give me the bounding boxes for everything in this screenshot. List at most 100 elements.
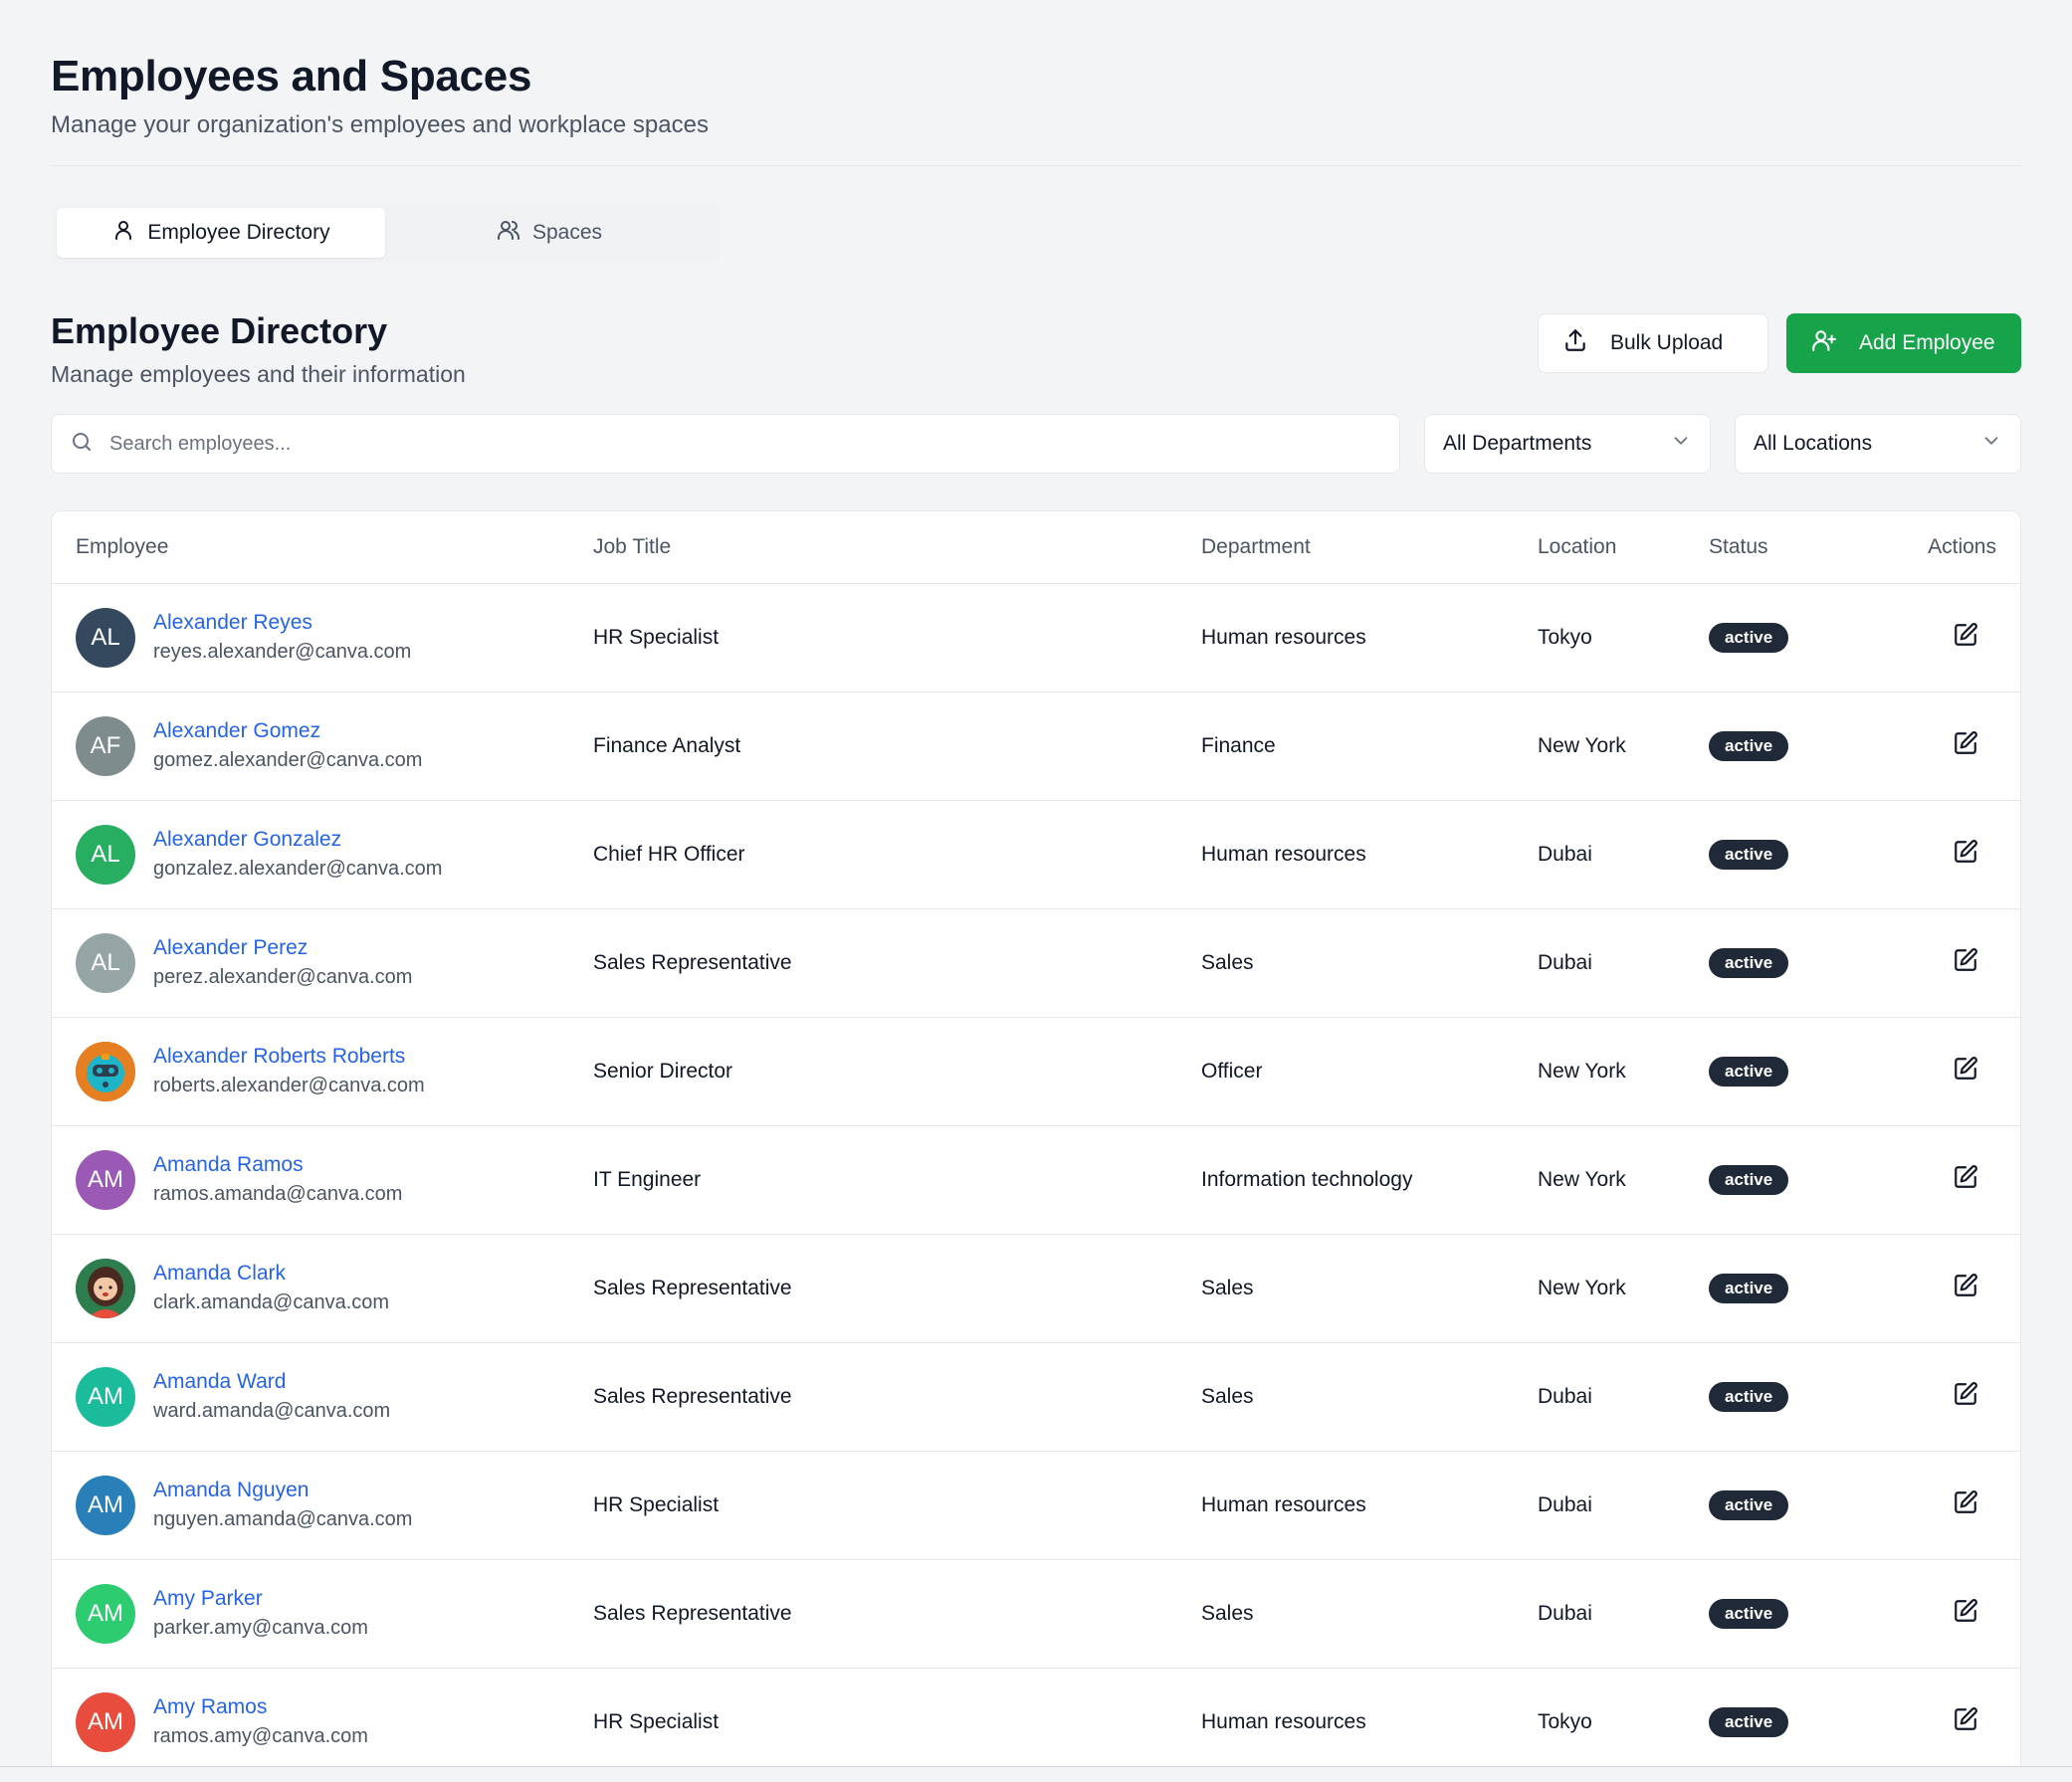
status-badge: active (1709, 1598, 1789, 1629)
status-badge: active (1709, 730, 1789, 761)
location-cell: Dubai (1538, 1451, 1709, 1560)
employee-email: gomez.alexander@canva.com (153, 748, 423, 771)
edit-icon[interactable] (1953, 1056, 1980, 1084)
employee-name-link[interactable]: Alexander Gomez (153, 717, 422, 745)
woman-avatar-icon (76, 1258, 135, 1318)
table-row[interactable]: Amanda Clark clark.amanda@canva.com Sale… (52, 1234, 2020, 1343)
job-title-cell: Senior Director (593, 1017, 1201, 1126)
avatar[interactable]: AM (76, 1583, 135, 1644)
employee-name-link[interactable]: Alexander Reyes (153, 609, 411, 637)
tabs: Employee Directory Spaces (51, 202, 720, 264)
employee-email: gonzalez.alexander@canva.com (153, 857, 443, 880)
search-box (51, 414, 1400, 474)
employee-cell: AL Alexander Gonzalez gonzalez.alexander… (76, 824, 593, 885)
employee-name-link[interactable]: Alexander Perez (153, 934, 412, 962)
employee-name-link[interactable]: Alexander Gonzalez (153, 826, 442, 854)
avatar-initials: AL (91, 948, 120, 976)
employee-name-link[interactable]: Amanda Ramos (153, 1151, 402, 1179)
avatar[interactable]: AM (76, 1366, 135, 1427)
location-cell: Dubai (1538, 1342, 1709, 1452)
tab-employee-directory[interactable]: Employee Directory (57, 208, 385, 258)
table-row[interactable]: AF Alexander Gomez gomez.alexander@canva… (52, 692, 2020, 801)
edit-icon[interactable] (1953, 1273, 1980, 1300)
status-badge: active (1709, 1706, 1789, 1737)
location-cell: Dubai (1538, 1559, 1709, 1669)
edit-icon[interactable] (1953, 622, 1980, 650)
table-row[interactable]: AM Amanda Ramos ramos.amanda@canva.com I… (52, 1125, 2020, 1235)
department-cell: Sales (1201, 908, 1538, 1018)
section-subtitle: Manage employees and their information (51, 361, 466, 387)
add-employee-label: Add Employee (1859, 331, 1995, 354)
tab-spaces[interactable]: Spaces (385, 208, 714, 258)
department-cell: Officer (1201, 1017, 1538, 1126)
user-plus-icon (1811, 327, 1837, 359)
location-select[interactable]: All Locations (1735, 414, 2021, 474)
job-title-cell: Sales Representative (593, 908, 1201, 1018)
department-cell: Sales (1201, 1342, 1538, 1452)
bottom-strip (0, 1766, 2072, 1782)
location-cell: Dubai (1538, 800, 1709, 909)
employee-email: parker.amy@canva.com (153, 1616, 368, 1639)
tab-label: Employee Directory (147, 221, 330, 244)
edit-icon[interactable] (1953, 730, 1980, 758)
edit-icon[interactable] (1953, 947, 1980, 975)
status-badge: active (1709, 1381, 1789, 1412)
department-select-value: All Departments (1443, 432, 1592, 455)
job-title-cell: Sales Representative (593, 1342, 1201, 1452)
page-header: Employees and Spaces Manage your organiz… (51, 0, 2021, 166)
avatar[interactable]: AM (76, 1475, 135, 1535)
avatar-initials: AM (88, 1490, 123, 1518)
search-icon (70, 430, 94, 459)
employee-email: ramos.amy@canva.com (153, 1724, 368, 1747)
avatar[interactable]: AM (76, 1691, 135, 1752)
employee-name-link[interactable]: Amanda Nguyen (153, 1477, 412, 1504)
avatar[interactable]: AL (76, 607, 135, 668)
employee-table-card: Employee Job Title Department Location S… (51, 510, 2021, 1782)
avatar[interactable] (76, 1258, 135, 1318)
employee-name-link[interactable]: Amy Parker (153, 1585, 368, 1613)
search-input[interactable] (109, 432, 1381, 456)
avatar[interactable]: AM (76, 1149, 135, 1210)
robot-avatar-icon (76, 1041, 135, 1101)
users-icon (497, 218, 520, 248)
edit-icon[interactable] (1953, 1706, 1980, 1734)
employee-name-link[interactable]: Amanda Clark (153, 1260, 389, 1287)
add-employee-button[interactable]: Add Employee (1786, 313, 2021, 373)
avatar-initials: AM (88, 1599, 123, 1627)
department-cell: Human resources (1201, 1668, 1538, 1777)
employee-table: Employee Job Title Department Location S… (52, 511, 2020, 1777)
employee-cell: AL Alexander Perez perez.alexander@canva… (76, 932, 593, 993)
avatar[interactable]: AF (76, 715, 135, 776)
avatar[interactable]: AL (76, 932, 135, 993)
table-row[interactable]: Alexander Roberts Roberts roberts.alexan… (52, 1017, 2020, 1126)
bulk-upload-button[interactable]: Bulk Upload (1538, 313, 1768, 373)
employee-name-link[interactable]: Amanda Ward (153, 1368, 390, 1396)
employee-email: nguyen.amanda@canva.com (153, 1507, 413, 1530)
employee-email: clark.amanda@canva.com (153, 1290, 390, 1313)
header-job-title: Job Title (593, 511, 1201, 584)
edit-icon[interactable] (1953, 1381, 1980, 1409)
section-header: Employee Directory Manage employees and … (51, 309, 2021, 414)
department-select[interactable]: All Departments (1424, 414, 1711, 474)
table-row[interactable]: AM Amanda Ward ward.amanda@canva.com Sal… (52, 1342, 2020, 1452)
avatar-initials: AM (88, 1707, 123, 1735)
employee-name-link[interactable]: Alexander Roberts Roberts (153, 1043, 425, 1071)
edit-icon[interactable] (1953, 1164, 1980, 1192)
table-row[interactable]: AL Alexander Perez perez.alexander@canva… (52, 908, 2020, 1018)
edit-icon[interactable] (1953, 1489, 1980, 1517)
page: Employees and Spaces Manage your organiz… (0, 0, 2072, 1782)
avatar[interactable]: AL (76, 824, 135, 885)
edit-icon[interactable] (1953, 1598, 1980, 1626)
table-row[interactable]: AM Amy Parker parker.amy@canva.com Sales… (52, 1559, 2020, 1669)
job-title-cell: HR Specialist (593, 583, 1201, 693)
location-cell: New York (1538, 1125, 1709, 1235)
table-row[interactable]: AL Alexander Gonzalez gonzalez.alexander… (52, 800, 2020, 909)
table-row[interactable]: AL Alexander Reyes reyes.alexander@canva… (52, 583, 2020, 693)
avatar[interactable] (76, 1041, 135, 1101)
edit-icon[interactable] (1953, 839, 1980, 867)
table-row[interactable]: AM Amanda Nguyen nguyen.amanda@canva.com… (52, 1451, 2020, 1560)
toolbar: Bulk Upload Add Employee (1538, 313, 2021, 373)
chevron-down-icon (1980, 430, 2002, 458)
employee-name-link[interactable]: Amy Ramos (153, 1693, 368, 1721)
table-row[interactable]: AM Amy Ramos ramos.amy@canva.com HR Spec… (52, 1668, 2020, 1777)
